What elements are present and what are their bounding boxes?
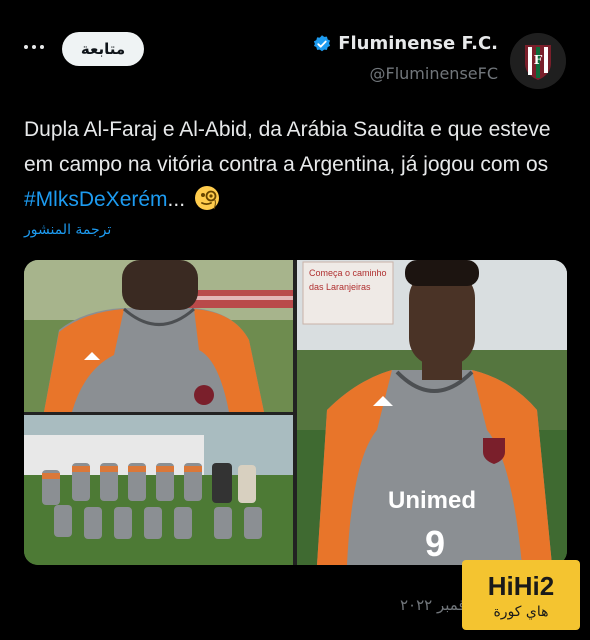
- watermark-bottom-text: هاي كورة: [493, 603, 549, 620]
- team-photo[interactable]: [24, 415, 293, 565]
- translate-post-link[interactable]: ترجمة المنشور: [24, 222, 111, 238]
- account-avatar[interactable]: F: [510, 33, 566, 89]
- follow-button[interactable]: متابعة: [62, 32, 144, 66]
- account-name: Fluminense F.C.: [338, 33, 498, 54]
- tweet-text: Dupla Al-Faraj e Al-Abid, da Arábia Saud…: [24, 112, 569, 223]
- svg-text:das Laranjeiras: das Laranjeiras: [309, 282, 371, 292]
- tweet-date[interactable]: ﻗﻤﺒﺮ ٢٠٢٢: [400, 596, 466, 614]
- account-name-row[interactable]: Fluminense F.C.: [312, 33, 498, 54]
- tweet-header: متابعة Fluminense F.C. @FluminenseFC F: [0, 0, 590, 100]
- fluminense-crest-icon: F: [510, 33, 566, 89]
- more-options-button[interactable]: [24, 40, 50, 54]
- watermark-top-text: HiHi2: [487, 570, 555, 601]
- verified-badge-icon: [314, 34, 331, 51]
- shirt-number: 9: [425, 523, 445, 564]
- hihi2-watermark-logo: HiHi2 هاي كورة: [462, 560, 580, 630]
- face-with-monocle-icon: [193, 184, 221, 223]
- svg-text:F: F: [534, 53, 543, 67]
- tweet-media-grid[interactable]: Começa o caminho das Laranjeiras Unimed …: [24, 260, 567, 565]
- player-closeup-photo[interactable]: [24, 260, 293, 412]
- shirt-sponsor: Unimed: [388, 487, 476, 514]
- tweet-body: Dupla Al-Faraj e Al-Abid, da Arábia Saud…: [24, 118, 551, 176]
- account-handle[interactable]: @FluminenseFC: [370, 64, 499, 83]
- tweet-ellipsis: ...: [167, 188, 191, 211]
- more-dots-icon: [24, 45, 28, 49]
- player-portrait-photo[interactable]: Começa o caminho das Laranjeiras Unimed …: [297, 260, 567, 565]
- hashtag-link[interactable]: #MlksDeXerém: [24, 188, 168, 211]
- sign-text: Começa o caminho: [309, 268, 387, 278]
